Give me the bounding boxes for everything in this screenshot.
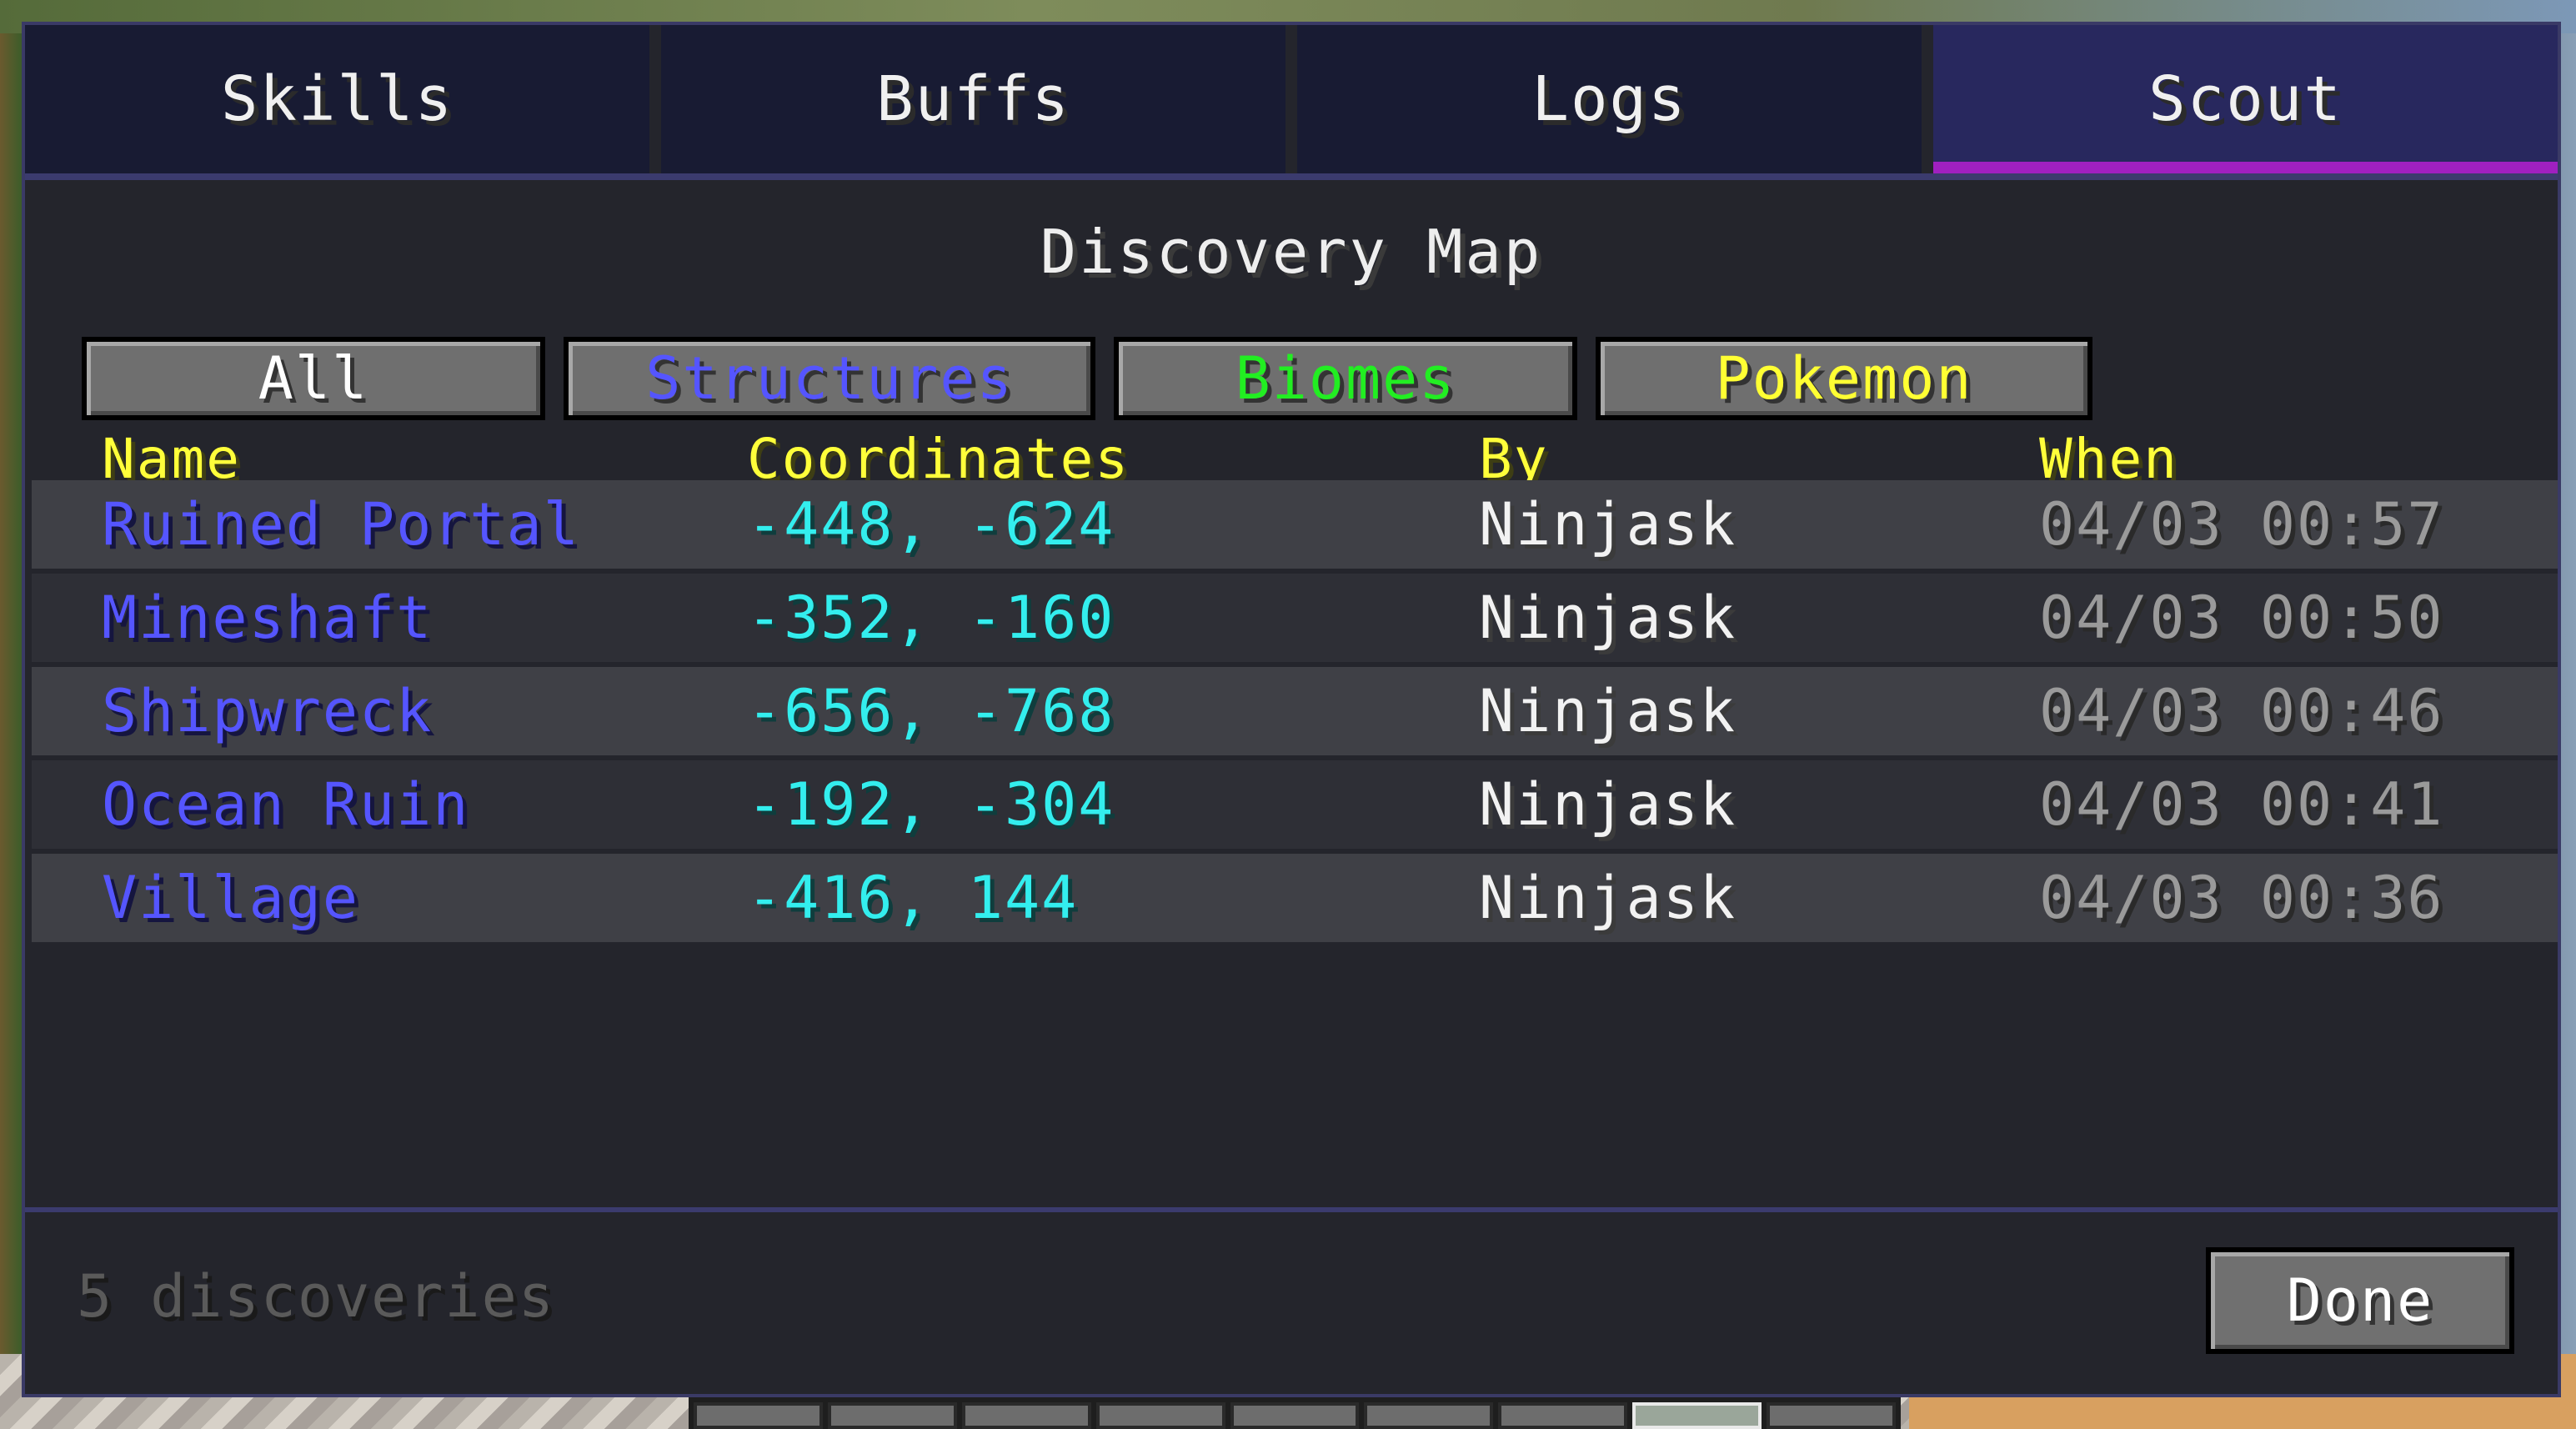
table-row[interactable]: Mineshaft -352, -160 Ninjask 04/03 00:50 bbox=[32, 574, 2558, 662]
discovery-table: Ruined Portal -448, -624 Ninjask 04/03 0… bbox=[32, 480, 2558, 947]
filter-structures-button[interactable]: Structures bbox=[564, 337, 1095, 420]
cell-coordinates: -448, -624 bbox=[747, 490, 1115, 559]
hotbar-slot[interactable] bbox=[1498, 1402, 1628, 1429]
done-button[interactable]: Done bbox=[2206, 1247, 2514, 1354]
filter-all-button[interactable]: All bbox=[82, 337, 545, 420]
cell-by: Ninjask bbox=[1479, 864, 1737, 932]
tab-divider bbox=[25, 173, 2558, 180]
hotbar-slot-selected[interactable] bbox=[1632, 1402, 1762, 1429]
table-row[interactable]: Ruined Portal -448, -624 Ninjask 04/03 0… bbox=[32, 480, 2558, 569]
table-row[interactable]: Village -416, 144 Ninjask 04/03 00:36 bbox=[32, 854, 2558, 942]
cell-coordinates: -416, 144 bbox=[747, 864, 1079, 932]
cell-when: 04/03 00:46 bbox=[2039, 677, 2444, 745]
table-row[interactable]: Shipwreck -656, -768 Ninjask 04/03 00:46 bbox=[32, 667, 2558, 755]
hotbar-slot[interactable] bbox=[1230, 1402, 1360, 1429]
cell-by: Ninjask bbox=[1479, 584, 1737, 652]
cell-when: 04/03 00:41 bbox=[2039, 770, 2444, 839]
hotbar-slot[interactable] bbox=[1364, 1402, 1494, 1429]
tab-buffs[interactable]: Buffs bbox=[661, 25, 1285, 173]
tab-skills[interactable]: Skills bbox=[25, 25, 649, 173]
hotbar bbox=[689, 1397, 1901, 1429]
cell-name: Shipwreck bbox=[102, 677, 434, 745]
filter-pokemon-button[interactable]: Pokemon bbox=[1596, 337, 2092, 420]
discovery-count: 5 discoveries bbox=[77, 1262, 555, 1331]
cell-name: Ruined Portal bbox=[102, 490, 580, 559]
page-title: Discovery Map bbox=[1040, 217, 1543, 287]
cell-name: Ocean Ruin bbox=[102, 770, 470, 839]
hotbar-slot[interactable] bbox=[827, 1402, 957, 1429]
cell-coordinates: -656, -768 bbox=[747, 677, 1115, 745]
tab-scout[interactable]: Scout bbox=[1933, 25, 2558, 173]
cell-when: 04/03 00:50 bbox=[2039, 584, 2444, 652]
cell-by: Ninjask bbox=[1479, 490, 1737, 559]
cell-coordinates: -192, -304 bbox=[747, 770, 1115, 839]
cell-name: Village bbox=[102, 864, 360, 932]
tab-bar: Skills Buffs Logs Scout bbox=[25, 25, 2558, 173]
tab-logs[interactable]: Logs bbox=[1297, 25, 1922, 173]
table-row[interactable]: Ocean Ruin -192, -304 Ninjask 04/03 00:4… bbox=[32, 760, 2558, 849]
cell-name: Mineshaft bbox=[102, 584, 434, 652]
filter-biomes-button[interactable]: Biomes bbox=[1114, 337, 1577, 420]
hotbar-slot[interactable] bbox=[1767, 1402, 1897, 1429]
cell-by: Ninjask bbox=[1479, 677, 1737, 745]
footer-divider bbox=[25, 1207, 2558, 1212]
cell-coordinates: -352, -160 bbox=[747, 584, 1115, 652]
hotbar-slot[interactable] bbox=[1095, 1402, 1225, 1429]
cell-when: 04/03 00:57 bbox=[2039, 490, 2444, 559]
discovery-panel: Skills Buffs Logs Scout Discovery Map Al… bbox=[22, 22, 2561, 1397]
hotbar-slot[interactable] bbox=[961, 1402, 1091, 1429]
hotbar-slot[interactable] bbox=[694, 1402, 823, 1429]
cell-when: 04/03 00:36 bbox=[2039, 864, 2444, 932]
cell-by: Ninjask bbox=[1479, 770, 1737, 839]
